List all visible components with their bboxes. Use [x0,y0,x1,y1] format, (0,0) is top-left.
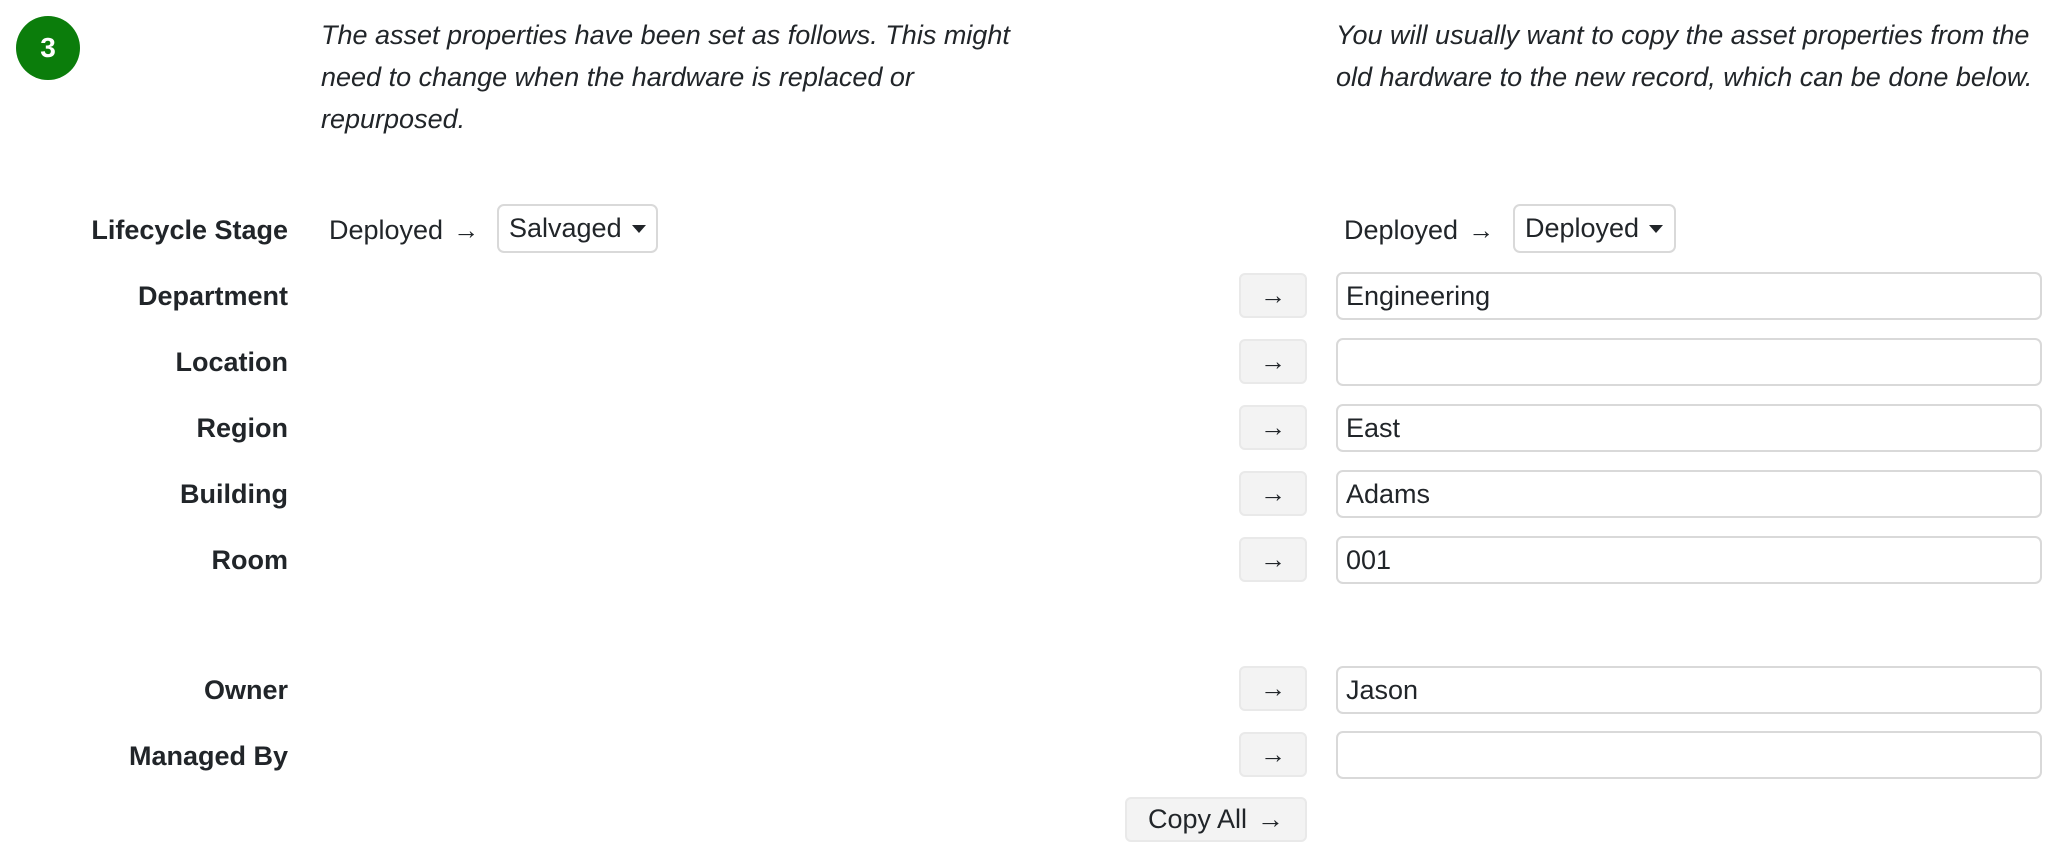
caret-down-icon [1649,224,1664,233]
building-input[interactable] [1336,470,2042,518]
lifecycle-stage-label: Lifecycle Stage [91,215,288,245]
arrow-right-icon: → [1257,804,1285,834]
copy-all-label: Copy All [1147,804,1248,834]
new-lifecycle-current-value: Deployed [1344,215,1459,245]
new-lifecycle-current: Deployed → [1344,206,1494,254]
building-label: Building [180,479,288,509]
arrow-right-icon: → [1260,478,1286,508]
old-lifecycle-stage-select[interactable]: Salvaged [497,204,658,253]
managed-by-input[interactable] [1336,731,2042,779]
arrow-right-icon: → [1260,280,1286,310]
arrow-right-icon: → [1260,346,1286,376]
location-input[interactable] [1336,338,2042,386]
copy-room-button[interactable]: → [1239,537,1307,582]
department-input[interactable] [1336,272,2042,320]
arrow-right-icon: → [1468,215,1495,245]
copy-all-button[interactable]: Copy All → [1125,797,1307,842]
department-label: Department [137,281,288,311]
region-input[interactable] [1336,404,2042,452]
arrow-right-icon: → [453,215,480,245]
room-label: Room [211,545,289,575]
region-label: Region [196,413,289,443]
old-lifecycle-current: Deployed → [329,206,479,254]
caret-down-icon [631,224,646,233]
copy-managed-by-button[interactable]: → [1239,732,1307,777]
step-number-badge: 3 [16,16,80,80]
arrow-right-icon: → [1260,412,1286,442]
location-label: Location [175,347,289,377]
owner-input[interactable] [1336,666,2042,714]
new-lifecycle-selected-value: Deployed [1525,213,1640,243]
owner-label: Owner [203,675,288,705]
old-lifecycle-current-value: Deployed [329,215,444,245]
copy-region-button[interactable]: → [1239,405,1307,450]
managed-by-label: Managed By [128,741,288,771]
arrow-right-icon: → [1260,739,1286,769]
room-input[interactable] [1336,536,2042,584]
arrow-right-icon: → [1260,673,1286,703]
copy-location-button[interactable]: → [1239,339,1307,384]
intro-old-record-text: The asset properties have been set as fo… [321,20,1010,134]
copy-department-button[interactable]: → [1239,273,1307,318]
copy-building-button[interactable]: → [1239,471,1307,516]
copy-owner-button[interactable]: → [1239,666,1307,711]
old-lifecycle-selected-value: Salvaged [509,213,622,243]
arrow-right-icon: → [1260,544,1286,574]
new-lifecycle-stage-select[interactable]: Deployed [1513,204,1676,253]
intro-new-record-text: You will usually want to copy the asset … [1336,20,2033,92]
